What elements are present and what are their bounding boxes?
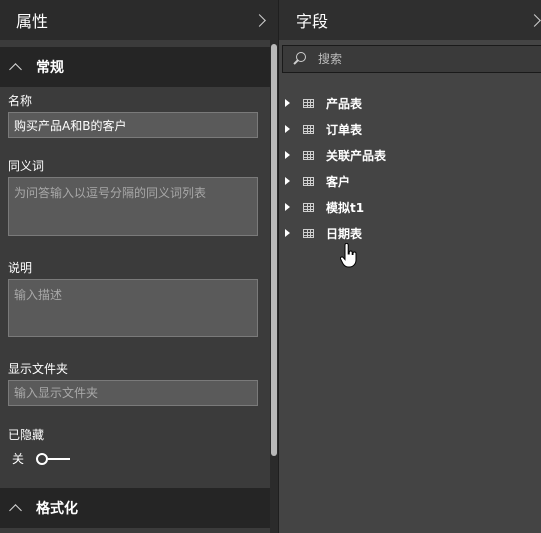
fields-title: 字段 (296, 12, 329, 31)
table-item[interactable]: 订单表 (279, 116, 541, 142)
properties-pane: 属性 常规 名称 同义词 说明 显示文件夹 已隐藏 关 格式化 (0, 0, 279, 533)
expand-caret-icon[interactable] (285, 203, 290, 211)
toggle-knob (36, 452, 49, 465)
properties-scrollbar-thumb[interactable] (271, 44, 277, 456)
expand-caret-icon[interactable] (285, 125, 290, 133)
table-icon (303, 124, 314, 134)
synonyms-label: 同义词 (8, 159, 45, 173)
properties-header: 属性 (0, 0, 278, 40)
table-icon (303, 202, 314, 212)
collapse-properties-chevron-right-icon[interactable] (253, 13, 266, 27)
section-format-header[interactable]: 格式化 (0, 488, 270, 528)
expand-caret-icon[interactable] (285, 229, 290, 237)
hand-pointer-icon (340, 243, 357, 268)
table-name: 模拟t1 (326, 200, 365, 215)
table-icon (303, 228, 314, 238)
fields-pane: 字段 产品表 订单表 关联产品表 客户 (279, 0, 541, 533)
table-item[interactable]: 产品表 (279, 90, 541, 116)
table-name: 关联产品表 (326, 148, 387, 163)
synonyms-field[interactable] (8, 177, 258, 236)
description-field[interactable] (8, 279, 258, 337)
search-icon (292, 51, 308, 67)
table-name: 产品表 (326, 96, 363, 111)
fields-header: 字段 (279, 0, 541, 40)
description-label: 说明 (8, 261, 33, 275)
hidden-label: 已隐藏 (8, 428, 45, 442)
table-item[interactable]: 模拟t1 (279, 194, 541, 220)
table-icon (303, 150, 314, 160)
name-label: 名称 (8, 94, 33, 108)
table-item[interactable]: 关联产品表 (279, 142, 541, 168)
search-input[interactable] (316, 51, 541, 67)
section-general-header[interactable]: 常规 (0, 47, 270, 87)
table-item[interactable]: 日期表 (279, 220, 541, 246)
search-box[interactable] (282, 45, 541, 73)
properties-title: 属性 (16, 12, 49, 31)
toggle-track (48, 457, 71, 460)
table-icon (303, 98, 314, 108)
table-name: 订单表 (326, 122, 363, 137)
section-format-label: 格式化 (36, 501, 78, 517)
hidden-toggle-row: 关 (12, 450, 71, 467)
fields-tree: 产品表 订单表 关联产品表 客户 模拟t1 日期表 (279, 90, 541, 246)
table-item[interactable]: 客户 (279, 168, 541, 194)
chevron-up-icon (9, 63, 22, 76)
expand-caret-icon[interactable] (285, 99, 290, 107)
collapse-fields-chevron-right-icon[interactable] (528, 13, 541, 27)
table-name: 日期表 (326, 226, 363, 241)
display-folder-field[interactable] (8, 380, 258, 406)
section-general-label: 常规 (36, 60, 64, 76)
table-name: 客户 (326, 174, 351, 189)
display-folder-label: 显示文件夹 (8, 362, 69, 376)
expand-caret-icon[interactable] (285, 177, 290, 185)
chevron-up-icon (9, 504, 22, 517)
expand-caret-icon[interactable] (285, 151, 290, 159)
table-icon (303, 176, 314, 186)
hidden-toggle[interactable] (36, 452, 71, 466)
name-field[interactable] (8, 112, 258, 138)
hidden-toggle-state: 关 (12, 452, 25, 466)
